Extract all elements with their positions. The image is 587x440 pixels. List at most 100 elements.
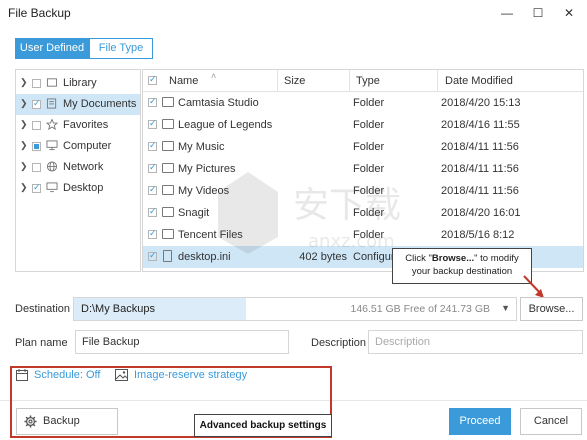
plan-name-input[interactable]: File Backup (75, 330, 289, 354)
file-date: 2018/4/11 11:56 (441, 185, 519, 197)
tree-item-network[interactable]: ❯ Network (16, 157, 140, 178)
column-name[interactable]: Name (169, 75, 198, 87)
column-size[interactable]: Size (284, 75, 305, 87)
folder-icon (162, 97, 174, 107)
column-date[interactable]: Date Modified (445, 75, 513, 87)
watermark-logo: 安下载 anxz.com (218, 172, 401, 254)
browse-button[interactable]: Browse... (520, 297, 583, 321)
description-placeholder: Description (375, 336, 431, 348)
sort-asc-icon: ˄ (211, 71, 217, 81)
tree-item-label: My Documents (63, 98, 137, 110)
star-icon (46, 119, 58, 130)
tree-item-desktop[interactable]: ❯ Desktop (16, 178, 140, 199)
computer-icon (46, 140, 58, 151)
file-date: 2018/4/20 16:01 (441, 207, 521, 219)
tree-item-label: Desktop (63, 182, 104, 194)
folder-icon (162, 119, 174, 129)
tree-checkbox[interactable] (32, 142, 41, 151)
file-name: League of Legends (178, 119, 273, 131)
select-all-checkbox[interactable]: ✓ (148, 74, 157, 85)
folder-icon (162, 163, 174, 173)
backup-options-label: Backup options (43, 415, 80, 427)
plan-name-label: Plan name (15, 337, 68, 349)
file-row[interactable]: My Music Folder 2018/4/11 11:56 (143, 136, 583, 158)
row-checkbox[interactable] (148, 118, 157, 129)
file-date: 2018/4/16 11:55 (441, 119, 520, 131)
file-date: 2018/5/16 8:12 (441, 229, 515, 241)
watermark-subtext: anxz.com (308, 231, 395, 252)
tab-user-defined[interactable]: User Defined (15, 38, 89, 59)
documents-icon (46, 98, 57, 109)
folder-icon (162, 229, 174, 239)
row-checkbox[interactable] (148, 206, 157, 217)
watermark-text: 安下载 (293, 185, 401, 226)
chevron-right-icon[interactable]: ❯ (20, 77, 28, 88)
file-type: Folder (353, 97, 385, 109)
file-row[interactable]: League of Legends Folder 2018/4/16 11:55 (143, 114, 583, 136)
cancel-button[interactable]: Cancel (520, 408, 582, 435)
backup-options-button[interactable]: Backup options (16, 408, 118, 435)
row-checkbox[interactable] (148, 184, 157, 195)
title-bar: File Backup — ☐ ✕ (0, 0, 587, 26)
desktop-icon (46, 182, 58, 193)
plan-name-value: File Backup (82, 336, 140, 348)
row-checkbox[interactable] (148, 162, 157, 173)
file-type: Folder (353, 119, 385, 131)
row-checkbox[interactable] (148, 140, 157, 151)
tab-file-type[interactable]: File Type (89, 38, 153, 59)
file-date: 2018/4/20 15:13 (441, 97, 521, 109)
destination-field[interactable]: D:\My Backups 146.51 GB Free of 241.73 G… (73, 297, 517, 321)
library-icon (46, 78, 58, 87)
file-name: My Music (178, 141, 225, 153)
tree-item-computer[interactable]: ❯ Computer (16, 136, 140, 157)
advanced-settings-callout: Advanced backup settings (194, 414, 332, 437)
file-type: Folder (353, 141, 385, 153)
maximize-button[interactable]: ☐ (527, 4, 549, 22)
folder-icon (162, 185, 174, 195)
network-icon (46, 161, 58, 172)
tree-item-label: Computer (63, 140, 112, 152)
chevron-right-icon[interactable]: ❯ (20, 161, 28, 172)
proceed-button[interactable]: Proceed (449, 408, 511, 435)
settings-file-icon (163, 250, 172, 262)
destination-path: D:\My Backups (81, 303, 155, 315)
tree-checkbox[interactable] (32, 79, 41, 88)
minimize-button[interactable]: — (496, 4, 518, 22)
browse-callout-line2: your backup destination (411, 266, 513, 277)
tree-checkbox[interactable] (32, 182, 41, 193)
row-checkbox[interactable] (148, 228, 157, 239)
destination-label: Destination (15, 303, 71, 315)
tree-item-label: Network (63, 161, 104, 173)
tree-checkbox[interactable] (32, 98, 41, 109)
close-button[interactable]: ✕ (558, 4, 580, 22)
browse-callout-bold: Browse... (431, 253, 475, 264)
file-date: 2018/4/11 11:56 (441, 141, 519, 153)
tree-item-label: Favorites (63, 119, 109, 131)
file-date: 2018/4/11 11:56 (441, 163, 519, 175)
browse-callout-suffix: " to modify (474, 253, 519, 264)
folder-icon (162, 141, 174, 151)
row-checkbox[interactable] (148, 96, 157, 107)
gear-icon (24, 415, 37, 428)
file-list-header: ✓ Name ˄ Size Type Date Modified (143, 70, 583, 92)
file-name: Camtasia Studio (178, 97, 259, 109)
chevron-right-icon[interactable]: ❯ (20, 140, 28, 151)
tree-checkbox[interactable] (32, 163, 41, 172)
folder-icon (162, 207, 174, 217)
destination-free-space: 146.51 GB Free of 241.73 GB (350, 303, 490, 315)
tree-item-favorites[interactable]: ❯ Favorites (16, 115, 140, 136)
column-type[interactable]: Type (356, 75, 380, 87)
description-input[interactable]: Description (368, 330, 583, 354)
browse-callout: Click "Browse..." to modify your backup … (392, 248, 532, 284)
chevron-right-icon[interactable]: ❯ (20, 98, 28, 109)
description-label: Description (311, 337, 367, 349)
chevron-right-icon[interactable]: ❯ (20, 182, 28, 193)
chevron-right-icon[interactable]: ❯ (20, 119, 28, 130)
window-title: File Backup (8, 6, 71, 20)
file-row[interactable]: Camtasia Studio Folder 2018/4/20 15:13 (143, 92, 583, 114)
row-checkbox[interactable] (148, 250, 157, 261)
tree-item-my-documents[interactable]: ❯ My Documents (16, 94, 140, 115)
tree-checkbox[interactable] (32, 121, 41, 130)
tree-item-library[interactable]: ❯ Library (16, 73, 140, 94)
chevron-down-icon[interactable]: ▼ (501, 303, 510, 313)
